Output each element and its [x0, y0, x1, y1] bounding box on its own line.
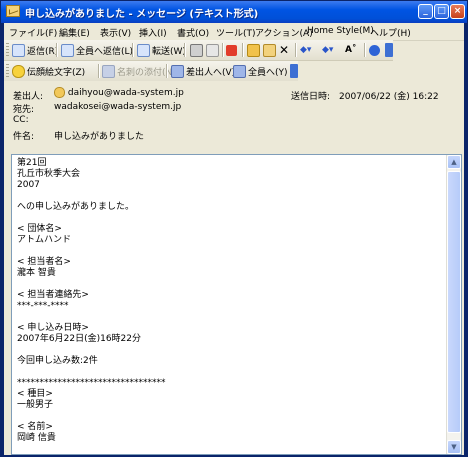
up-arrow-icon: ◆▾: [300, 45, 312, 55]
help-icon: [369, 44, 380, 56]
emoticon-label: 伝顔絵文字(Z): [27, 67, 86, 78]
from-field[interactable]: daihyou@wada-system.jp: [54, 87, 184, 98]
person-arrow-icon: [171, 64, 184, 78]
categories-button[interactable]: [247, 43, 260, 57]
toolbar-separator: [132, 43, 134, 57]
toolbar-grip[interactable]: [6, 43, 9, 57]
toolbar-options-chevron-icon[interactable]: [385, 43, 393, 57]
toolbar-separator: [184, 43, 186, 57]
window-title: 申し込みがありました - メッセージ (テキスト形式): [25, 9, 259, 20]
toolbar-separator: [166, 64, 168, 78]
cc-label: CC:: [13, 115, 29, 125]
flag-icon: [226, 44, 237, 56]
font-size-icon: A˚: [345, 45, 357, 55]
toolbar-separator: [295, 43, 297, 57]
previous-item-button[interactable]: ◆▾: [300, 43, 311, 57]
print-icon: [190, 43, 203, 57]
reply-all-button[interactable]: 全員へ返信(L): [61, 43, 133, 57]
reply-label: 返信(R): [27, 46, 59, 57]
scroll-thumb[interactable]: [447, 171, 461, 433]
reply-to-sender-button[interactable]: 差出人へ(V): [171, 64, 235, 78]
toolbar-separator: [242, 43, 244, 57]
vertical-scrollbar[interactable]: ▲ ▼: [446, 155, 461, 454]
toolbar-grip[interactable]: [6, 64, 9, 78]
people-arrow-icon: [233, 64, 246, 78]
from-label: 差出人:: [13, 92, 44, 102]
reply-all-icon: [61, 43, 74, 57]
scroll-up-icon[interactable]: ▲: [447, 155, 461, 169]
reply-icon: [12, 43, 25, 57]
toolbar-separator: [222, 43, 224, 57]
message-window: 申し込みがありました - メッセージ (テキスト形式) _ □ × ファイル(F…: [0, 0, 468, 457]
move-button[interactable]: [206, 43, 219, 57]
minimize-button[interactable]: _: [418, 4, 433, 19]
menu-view[interactable]: 表示(V): [100, 26, 131, 39]
sent-value: 2007/06/22 (金) 16:22: [339, 92, 439, 102]
standard-toolbar: 返信(R) 全員へ返信(L) 転送(W) ✕ ◆▾ ◆▾ A˚: [4, 40, 393, 61]
toolbar-separator: [98, 64, 100, 78]
menu-action[interactable]: アクション(A): [255, 26, 313, 39]
title-bar[interactable]: 申し込みがありました - メッセージ (テキスト形式) _ □ ×: [1, 1, 467, 23]
attach-business-card-button[interactable]: 名刺の添付(N): [102, 64, 176, 78]
window-body: ファイル(F) 編集(E) 表示(V) 挿入(I) 書式(O) ツール(T) ア…: [4, 23, 464, 455]
menu-file[interactable]: ファイル(F): [9, 26, 57, 39]
reply-to-sender-label: 差出人へ(V): [186, 67, 236, 78]
menu-bar: ファイル(F) 編集(E) 表示(V) 挿入(I) 書式(O) ツール(T) ア…: [4, 23, 464, 41]
font-size-button[interactable]: A˚: [345, 43, 356, 57]
close-button[interactable]: ×: [450, 4, 465, 19]
reply-all-label: 全員へ返信(L): [76, 46, 134, 57]
toolbar-separator: [56, 43, 58, 57]
categories-icon: [247, 43, 260, 57]
emoticon-button[interactable]: 伝顔絵文字(Z): [12, 64, 85, 78]
forward-label: 転送(W): [152, 46, 186, 57]
business-card-icon: [102, 64, 115, 78]
contact-icon: [54, 87, 65, 98]
menu-home-style[interactable]: Home Style(M): [307, 26, 374, 36]
menu-insert[interactable]: 挿入(I): [139, 26, 167, 39]
toolbar-options-chevron-icon[interactable]: [290, 64, 298, 78]
print-button[interactable]: [190, 43, 203, 57]
scroll-down-icon[interactable]: ▼: [447, 440, 461, 454]
reply-to-all-label: 全員へ(Y): [248, 67, 288, 78]
folder-icon: [263, 43, 276, 57]
forward-button[interactable]: 転送(W): [137, 43, 186, 57]
sent-label: 送信日時:: [291, 92, 331, 102]
reply-to-all-button[interactable]: 全員へ(Y): [233, 64, 288, 78]
menu-format[interactable]: 書式(O): [177, 26, 209, 39]
maximize-button[interactable]: □: [434, 4, 449, 19]
menu-help[interactable]: ヘルプ(H): [370, 26, 411, 39]
open-folder-button[interactable]: [263, 43, 276, 57]
to-address[interactable]: wadakosei@wada-system.jp: [54, 102, 181, 112]
forward-icon: [137, 43, 150, 57]
toolbar-separator: [364, 43, 366, 57]
menu-tools[interactable]: ツール(T): [216, 26, 256, 39]
smiley-icon: [12, 64, 25, 78]
to-label: 宛先:: [13, 105, 35, 115]
next-item-button[interactable]: ◆▾: [322, 43, 333, 57]
subject-value: 申し込みがありました: [54, 132, 145, 142]
message-body[interactable]: 第21回 孔丘市秋季大会 2007 への申し込みがありました。 < 団体名> ア…: [11, 154, 462, 455]
flag-button[interactable]: [226, 43, 237, 57]
reply-button[interactable]: 返信(R): [12, 43, 58, 57]
delete-icon: ✕: [279, 43, 290, 57]
from-address: daihyou@wada-system.jp: [67, 88, 184, 98]
subject-label: 件名:: [13, 132, 35, 142]
message-header: 差出人: daihyou@wada-system.jp 送信日時: 2007/0…: [4, 81, 464, 154]
help-button[interactable]: [369, 43, 380, 57]
message-body-text: 第21回 孔丘市秋季大会 2007 への申し込みがありました。 < 団体名> ア…: [17, 158, 166, 443]
down-arrow-icon: ◆▾: [322, 45, 334, 55]
secondary-toolbar: 伝顔絵文字(Z) 名刺の添付(N) 差出人へ(V) 全員へ(Y): [4, 61, 298, 82]
envelope-icon: [6, 5, 20, 17]
menu-edit[interactable]: 編集(E): [59, 26, 90, 39]
move-to-folder-icon: [206, 43, 219, 57]
delete-button[interactable]: ✕: [279, 43, 289, 57]
